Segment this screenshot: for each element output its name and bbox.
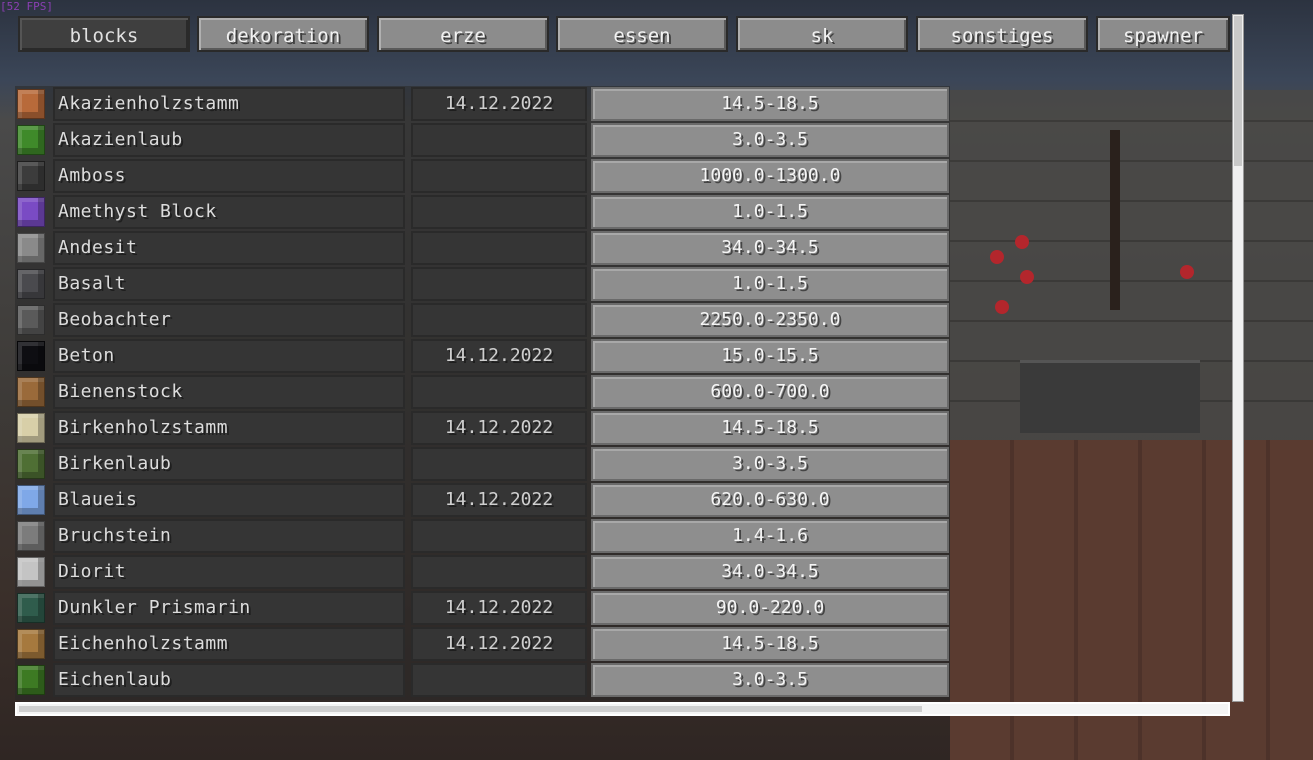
list-item[interactable]: Beton 14.12.2022 15.0-15.5 [15,338,950,374]
birch-leaves-icon [17,449,45,479]
list-item[interactable]: Amboss 1000.0-1300.0 [15,158,950,194]
list-item[interactable]: Beobachter 2250.0-2350.0 [15,302,950,338]
observer-icon [17,305,45,335]
dark-prismarine-icon [17,593,45,623]
item-date [411,195,587,229]
list-item[interactable]: Eichenlaub 3.0-3.5 [15,662,950,698]
item-price-range[interactable]: 1000.0-1300.0 [591,159,949,193]
horizontal-scrollbar-thumb[interactable] [19,706,922,712]
item-price-range[interactable]: 600.0-700.0 [591,375,949,409]
list-item[interactable]: Amethyst Block 1.0-1.5 [15,194,950,230]
item-name: Amethyst Block [53,195,405,229]
list-item[interactable]: Diorit 34.0-34.5 [15,554,950,590]
item-name: Akazienholzstamm [53,87,405,121]
item-name: Bienenstock [53,375,405,409]
item-price-list[interactable]: Akazienholzstamm 14.12.2022 14.5-18.5 Akazi… [15,86,950,700]
item-price-range[interactable]: 3.0-3.5 [591,663,949,697]
tab-sk[interactable]: sk [736,16,908,52]
item-name: Bruchstein [53,519,405,553]
item-price-range[interactable]: 3.0-3.5 [591,447,949,481]
basalt-icon [17,269,45,299]
item-name: Dunkler Prismarin [53,591,405,625]
diorite-icon [17,557,45,587]
oak-leaves-icon [17,665,45,695]
cobblestone-icon [17,521,45,551]
birch-log-icon [17,413,45,443]
item-date: 14.12.2022 [411,411,587,445]
item-price-range[interactable]: 15.0-15.5 [591,339,949,373]
tab-essen[interactable]: essen [556,16,728,52]
item-name: Amboss [53,159,405,193]
andesite-icon [17,233,45,263]
tab-spawner[interactable]: spawner [1096,16,1230,52]
list-item[interactable]: Bruchstein 1.4-1.6 [15,518,950,554]
list-item[interactable]: Bienenstock 600.0-700.0 [15,374,950,410]
item-price-range[interactable]: 2250.0-2350.0 [591,303,949,337]
list-item[interactable]: Birkenholzstamm 14.12.2022 14.5-18.5 [15,410,950,446]
item-date [411,519,587,553]
anvil-icon [17,161,45,191]
item-price-range[interactable]: 34.0-34.5 [591,231,949,265]
item-name: Eichenlaub [53,663,405,697]
item-date [411,303,587,337]
tab-erze[interactable]: erze [377,16,549,52]
item-price-range[interactable]: 1.0-1.5 [591,195,949,229]
item-name: Birkenlaub [53,447,405,481]
list-item[interactable]: Akazienholzstamm 14.12.2022 14.5-18.5 [15,86,950,122]
item-price-range[interactable]: 14.5-18.5 [591,87,949,121]
amethyst-block-icon [17,197,45,227]
item-price-range[interactable]: 3.0-3.5 [591,123,949,157]
item-name: Birkenholzstamm [53,411,405,445]
item-price-range[interactable]: 34.0-34.5 [591,555,949,589]
item-name: Blaueis [53,483,405,517]
list-item[interactable]: Eichenholzstamm 14.12.2022 14.5-18.5 [15,626,950,662]
oak-log-icon [17,629,45,659]
category-tabs: blocks dekoration erze essen sk sonstige… [15,14,1230,54]
item-name: Akazienlaub [53,123,405,157]
acacia-log-icon [17,89,45,119]
item-date: 14.12.2022 [411,87,587,121]
item-date: 14.12.2022 [411,591,587,625]
fps-counter: [52 FPS] [0,0,53,13]
tab-blocks[interactable]: blocks [18,16,190,52]
item-date [411,231,587,265]
item-name: Diorit [53,555,405,589]
item-date [411,159,587,193]
concrete-icon [17,341,45,371]
item-price-range[interactable]: 620.0-630.0 [591,483,949,517]
item-name: Andesit [53,231,405,265]
acacia-leaves-icon [17,125,45,155]
item-price-range[interactable]: 90.0-220.0 [591,591,949,625]
item-date [411,375,587,409]
list-item[interactable]: Andesit 34.0-34.5 [15,230,950,266]
list-item[interactable]: Dunkler Prismarin 14.12.2022 90.0-220.0 [15,590,950,626]
tab-sonstiges[interactable]: sonstiges [916,16,1088,52]
tab-dekoration[interactable]: dekoration [197,16,369,52]
blue-ice-icon [17,485,45,515]
item-date [411,447,587,481]
shop-price-panel: blocks dekoration erze essen sk sonstige… [15,14,1245,718]
item-name: Eichenholzstamm [53,627,405,661]
item-price-range[interactable]: 1.0-1.5 [591,267,949,301]
item-date: 14.12.2022 [411,627,587,661]
item-name: Beobachter [53,303,405,337]
list-item[interactable]: Basalt 1.0-1.5 [15,266,950,302]
list-item[interactable]: Akazienlaub 3.0-3.5 [15,122,950,158]
item-name: Beton [53,339,405,373]
vertical-scrollbar-thumb[interactable] [1234,16,1242,166]
list-item[interactable]: Birkenlaub 3.0-3.5 [15,446,950,482]
item-price-range[interactable]: 14.5-18.5 [591,627,949,661]
item-name: Basalt [53,267,405,301]
item-date: 14.12.2022 [411,339,587,373]
item-price-range[interactable]: 1.4-1.6 [591,519,949,553]
item-date [411,123,587,157]
item-date: 14.12.2022 [411,483,587,517]
item-date [411,555,587,589]
item-date [411,663,587,697]
beehive-icon [17,377,45,407]
list-item[interactable]: Blaueis 14.12.2022 620.0-630.0 [15,482,950,518]
item-date [411,267,587,301]
item-price-range[interactable]: 14.5-18.5 [591,411,949,445]
